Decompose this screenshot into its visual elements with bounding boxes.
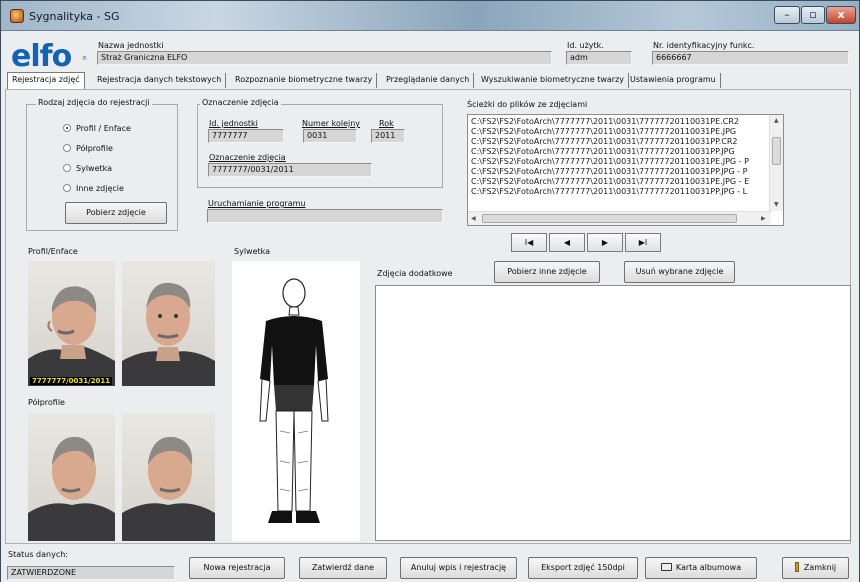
close-window-button[interactable]: x <box>826 6 856 24</box>
semi-profiles-label: Półprofile <box>28 398 65 407</box>
scroll-right-icon[interactable]: ▶ <box>761 215 766 222</box>
list-item[interactable]: C:\FS2\FS2\FotoArch\7777777\2011\0031\77… <box>471 157 749 166</box>
year-label: Rok <box>379 119 394 128</box>
semi-profile-right-photo[interactable] <box>122 413 215 541</box>
vertical-scrollbar[interactable]: ▲ ▼ <box>769 115 783 211</box>
scroll-thumb[interactable] <box>482 214 737 223</box>
person-semi-profile-icon <box>122 436 215 541</box>
radio-silhouette[interactable]: Sylwetka <box>63 164 112 173</box>
radio-dot <box>63 124 71 132</box>
silhouette-photo[interactable] <box>232 261 360 541</box>
list-item[interactable]: C:\FS2\FS2\FotoArch\7777777\2011\0031\77… <box>471 117 739 126</box>
status-label: Status danych: <box>8 550 68 559</box>
cancel-registration-button[interactable]: Anuluj wpis i rejestrację <box>400 557 517 579</box>
app-icon <box>10 9 24 23</box>
radio-dot <box>63 164 71 172</box>
extra-photos-label: Zdjęcia dodatkowe <box>377 269 453 278</box>
radio-semi-profiles[interactable]: Półprofile <box>63 144 113 153</box>
status-bar: Status danych: ZATWIERDZONE Nowa rejestr… <box>1 546 859 582</box>
scroll-down-icon[interactable]: ▼ <box>774 201 779 208</box>
confirm-data-button[interactable]: Zatwierdź dane <box>299 557 387 579</box>
unit-name-label: Nazwa jednostki <box>98 41 164 50</box>
unit-id-label: Id. jednostki <box>209 119 258 128</box>
run-program-label: Uruchamianie programu <box>208 199 306 208</box>
prev-record-button[interactable]: ◀ <box>549 233 585 252</box>
remove-selected-photo-button[interactable]: Usuń wybrane zdjęcie <box>624 261 735 283</box>
scroll-left-icon[interactable]: ◀ <box>471 215 476 222</box>
scroll-up-icon[interactable]: ▲ <box>774 117 779 124</box>
window-title: Sygnalityka - SG <box>29 10 120 23</box>
scroll-thumb[interactable] <box>772 137 781 165</box>
tab-face-recognition[interactable]: Rozpoznanie biometryczne twarzy <box>231 73 378 88</box>
close-app-button[interactable]: Zamknij <box>782 557 849 579</box>
logo-text: elfo <box>11 39 72 74</box>
app-window: Sygnalityka - SG – ▫ x elfo ® Nazwa jedno… <box>0 0 860 582</box>
tab-face-search[interactable]: Wyszukiwanie biometryczne twarzy <box>477 73 630 88</box>
title-bar[interactable]: Sygnalityka - SG – ▫ x <box>1 1 859 31</box>
profile-photo[interactable]: 7777777/0031/2011 <box>28 261 115 386</box>
profile-enface-label: Profil/Enface <box>28 247 78 256</box>
unit-id-field: 7777777 <box>208 129 284 143</box>
seq-field: 0031 <box>303 129 357 143</box>
func-id-label: Nr. identyfikacyjny funkc. <box>653 41 755 50</box>
radio-profile-enface[interactable]: Profil / Enface <box>63 124 131 133</box>
minimize-button[interactable]: – <box>774 6 800 24</box>
first-record-button[interactable]: I◀ <box>511 233 547 252</box>
maximize-button[interactable]: ▫ <box>801 6 825 24</box>
tab-text-registration[interactable]: Rejestracja danych tekstowych <box>93 73 227 88</box>
photo-caption: 7777777/0031/2011 <box>30 377 113 385</box>
mark-field: 7777777/0031/2011 <box>208 163 372 177</box>
album-card-button[interactable]: Karta albumowa <box>645 557 757 579</box>
tab-settings[interactable]: Ustawienia programu <box>626 73 721 88</box>
list-item[interactable]: C:\FS2\FS2\FotoArch\7777777\2011\0031\77… <box>471 187 747 196</box>
list-item[interactable]: C:\FS2\FS2\FotoArch\7777777\2011\0031\77… <box>471 167 747 176</box>
enface-photo[interactable] <box>122 261 215 386</box>
new-registration-button[interactable]: Nowa rejestracja <box>189 557 285 579</box>
year-field: 2011 <box>371 129 405 143</box>
next-record-button[interactable]: ▶ <box>587 233 623 252</box>
export-photos-button[interactable]: Eksport zdjęć 150dpi <box>528 557 638 579</box>
horizontal-scrollbar[interactable]: ◀ ▶ <box>468 211 771 225</box>
semi-profile-left-photo[interactable] <box>28 413 115 541</box>
person-silhouette-icon <box>259 278 329 523</box>
user-id-label: Id. użytk. <box>567 41 604 50</box>
func-id-field: 6666667 <box>652 51 849 65</box>
file-paths-list[interactable]: C:\FS2\FS2\FotoArch\7777777\2011\0031\77… <box>467 114 784 226</box>
list-item[interactable]: C:\FS2\FS2\FotoArch\7777777\2011\0031\77… <box>471 147 735 156</box>
radio-dot <box>63 144 71 152</box>
fetch-other-photo-button[interactable]: Pobierz inne zdjęcie <box>494 261 600 283</box>
unit-name-field: Straż Graniczna ELFO <box>97 51 552 65</box>
radio-dot <box>63 184 71 192</box>
run-program-field[interactable] <box>207 209 443 223</box>
list-item[interactable]: C:\FS2\FS2\FotoArch\7777777\2011\0031\77… <box>471 127 736 136</box>
fetch-photo-button[interactable]: Pobierz zdjęcie <box>65 202 167 224</box>
printer-icon <box>660 563 672 571</box>
list-item[interactable]: C:\FS2\FS2\FotoArch\7777777\2011\0031\77… <box>471 137 738 146</box>
tab-photo-registration[interactable]: Rejestracja zdjęć <box>7 72 85 89</box>
photo-mark-title: Oznaczenie zdjęcia <box>200 98 281 107</box>
tab-browse-data[interactable]: Przeglądanie danych <box>382 73 475 88</box>
last-record-button[interactable]: ▶I <box>625 233 661 252</box>
person-enface-icon <box>122 282 215 386</box>
mark-label: Oznaczenie zdjęcia <box>209 153 286 162</box>
silhouette-label: Sylwetka <box>234 247 271 256</box>
status-field: ZATWIERDZONE <box>7 566 175 580</box>
extra-photos-area[interactable] <box>375 285 851 541</box>
file-paths-label: Ścieżki do plików ze zdjęciami <box>467 100 588 109</box>
radio-other-photo[interactable]: Inne zdjęcie <box>63 184 124 193</box>
exit-door-icon <box>794 562 799 572</box>
seq-label: Numer kolejny <box>302 119 361 128</box>
user-id-field: adm <box>566 51 632 65</box>
elfo-logo: elfo ® <box>11 39 87 74</box>
person-profile-icon <box>28 286 115 386</box>
person-semi-profile-icon <box>28 436 115 541</box>
list-item[interactable]: C:\FS2\FS2\FotoArch\7777777\2011\0031\77… <box>471 177 749 186</box>
photo-kind-title: Rodzaj zdjęcia do rejestracji <box>36 98 152 107</box>
